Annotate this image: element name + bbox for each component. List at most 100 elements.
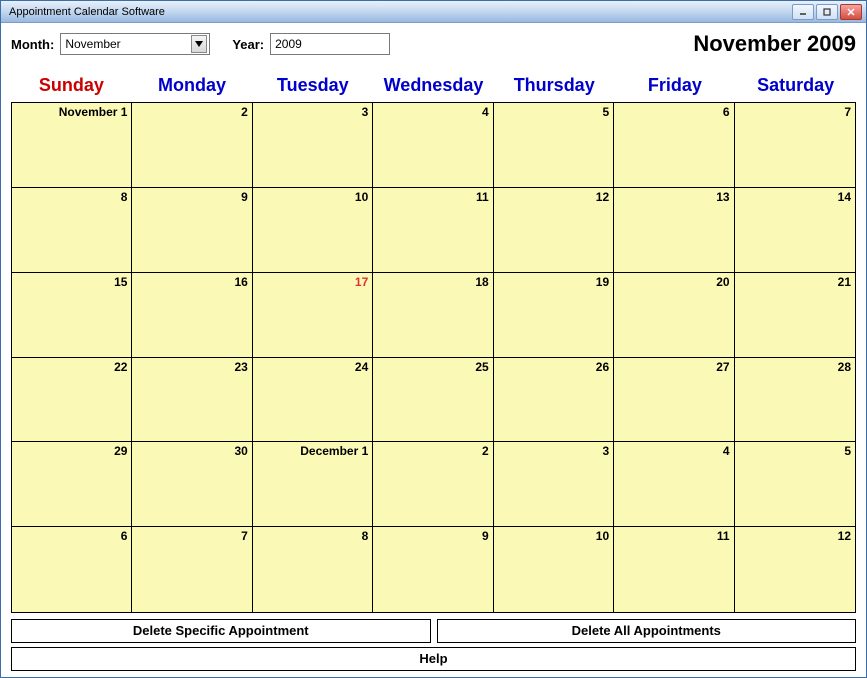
- date-label: 23: [234, 360, 247, 374]
- calendar-cell[interactable]: 13: [614, 188, 734, 273]
- page-title: November 2009: [693, 31, 856, 57]
- date-label: 14: [838, 190, 851, 204]
- date-label: 11: [717, 529, 730, 543]
- date-label: 22: [114, 360, 127, 374]
- day-header-saturday: Saturday: [735, 71, 856, 102]
- calendar-cell[interactable]: 7: [132, 527, 252, 612]
- date-label: 26: [596, 360, 609, 374]
- maximize-icon: [822, 7, 832, 17]
- date-label: 7: [844, 105, 851, 119]
- date-label: 28: [838, 360, 851, 374]
- calendar-cell[interactable]: 11: [373, 188, 493, 273]
- date-label: 8: [121, 190, 128, 204]
- date-label: 6: [121, 529, 128, 543]
- calendar-cell[interactable]: 8: [12, 188, 132, 273]
- calendar-cell[interactable]: 20: [614, 273, 734, 358]
- calendar-cell[interactable]: 24: [253, 358, 373, 443]
- calendar-cell[interactable]: November 1: [12, 103, 132, 188]
- date-label: 2: [241, 105, 248, 119]
- date-label: 6: [723, 105, 730, 119]
- calendar-grid: November 1234567891011121314151617181920…: [11, 102, 856, 613]
- calendar-cell[interactable]: 2: [373, 442, 493, 527]
- content-area: Month: November Year: November 2009 Sund…: [1, 23, 866, 677]
- date-label: 9: [482, 529, 489, 543]
- date-label: 7: [241, 529, 248, 543]
- day-header-sunday: Sunday: [11, 71, 132, 102]
- calendar-cell[interactable]: 16: [132, 273, 252, 358]
- calendar-cell[interactable]: 2: [132, 103, 252, 188]
- date-label: 12: [596, 190, 609, 204]
- calendar-cell[interactable]: 18: [373, 273, 493, 358]
- calendar-cell[interactable]: 9: [373, 527, 493, 612]
- date-label: 29: [114, 444, 127, 458]
- date-label: 21: [838, 275, 851, 289]
- date-label: 19: [596, 275, 609, 289]
- calendar-cell[interactable]: 4: [614, 442, 734, 527]
- day-header-thursday: Thursday: [494, 71, 615, 102]
- calendar-cell[interactable]: 26: [494, 358, 614, 443]
- calendar-cell[interactable]: 28: [735, 358, 855, 443]
- calendar-cell[interactable]: 3: [494, 442, 614, 527]
- date-label: 2: [482, 444, 489, 458]
- calendar-cell[interactable]: 12: [494, 188, 614, 273]
- date-label: 5: [844, 444, 851, 458]
- calendar-cell[interactable]: 12: [735, 527, 855, 612]
- calendar-cell[interactable]: 6: [614, 103, 734, 188]
- calendar-cell[interactable]: December 1: [253, 442, 373, 527]
- calendar-cell[interactable]: 8: [253, 527, 373, 612]
- calendar-cell[interactable]: 3: [253, 103, 373, 188]
- date-label: 3: [362, 105, 369, 119]
- calendar-cell[interactable]: 25: [373, 358, 493, 443]
- calendar-cell[interactable]: 10: [253, 188, 373, 273]
- date-label: 10: [355, 190, 368, 204]
- month-select-value: November: [65, 37, 120, 51]
- calendar-cell[interactable]: 27: [614, 358, 734, 443]
- close-button[interactable]: [840, 4, 862, 20]
- calendar-cell[interactable]: 11: [614, 527, 734, 612]
- year-input[interactable]: [270, 33, 390, 55]
- minimize-button[interactable]: [792, 4, 814, 20]
- year-label: Year:: [232, 37, 264, 52]
- month-select[interactable]: November: [60, 33, 210, 55]
- day-header-monday: Monday: [132, 71, 253, 102]
- calendar-cell[interactable]: 21: [735, 273, 855, 358]
- date-label: 11: [476, 190, 489, 204]
- date-label: December 1: [300, 444, 368, 458]
- calendar-cell[interactable]: 15: [12, 273, 132, 358]
- day-header-friday: Friday: [615, 71, 736, 102]
- calendar-cell[interactable]: 19: [494, 273, 614, 358]
- calendar-cell[interactable]: 29: [12, 442, 132, 527]
- calendar-cell[interactable]: 5: [735, 442, 855, 527]
- calendar-cell[interactable]: 5: [494, 103, 614, 188]
- date-label: 27: [716, 360, 729, 374]
- delete-all-button[interactable]: Delete All Appointments: [437, 619, 857, 643]
- month-select-dropdown-button[interactable]: [191, 35, 207, 53]
- app-window: Appointment Calendar Software Month: Nov…: [0, 0, 867, 678]
- chevron-down-icon: [195, 41, 203, 47]
- calendar-cell[interactable]: 9: [132, 188, 252, 273]
- titlebar: Appointment Calendar Software: [1, 1, 866, 23]
- calendar-cell[interactable]: 6: [12, 527, 132, 612]
- calendar-cell[interactable]: 22: [12, 358, 132, 443]
- date-label: 16: [234, 275, 247, 289]
- day-header-wednesday: Wednesday: [373, 71, 494, 102]
- calendar-cell[interactable]: 30: [132, 442, 252, 527]
- date-label: 18: [475, 275, 488, 289]
- date-label: 9: [241, 190, 248, 204]
- window-controls: [792, 4, 862, 20]
- calendar-cell[interactable]: 23: [132, 358, 252, 443]
- date-label: 5: [602, 105, 609, 119]
- date-label: 10: [596, 529, 609, 543]
- calendar-cell[interactable]: 7: [735, 103, 855, 188]
- help-button[interactable]: Help: [11, 647, 856, 671]
- maximize-button[interactable]: [816, 4, 838, 20]
- calendar-cell[interactable]: 10: [494, 527, 614, 612]
- calendar-cell[interactable]: 17: [253, 273, 373, 358]
- date-label: 24: [355, 360, 368, 374]
- calendar-cell[interactable]: 4: [373, 103, 493, 188]
- day-header-tuesday: Tuesday: [252, 71, 373, 102]
- close-icon: [846, 7, 856, 17]
- calendar-cell[interactable]: 14: [735, 188, 855, 273]
- date-label: 12: [838, 529, 851, 543]
- delete-specific-button[interactable]: Delete Specific Appointment: [11, 619, 431, 643]
